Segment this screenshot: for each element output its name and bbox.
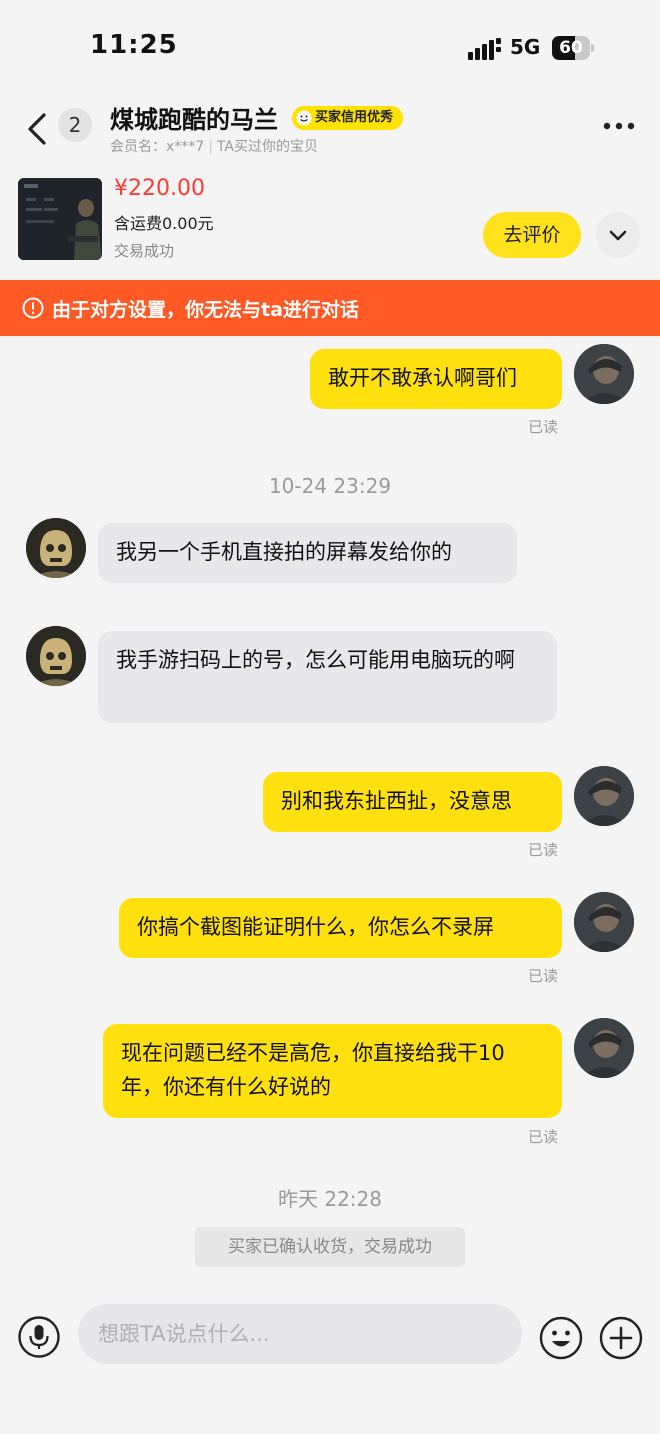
contact-name[interactable]: 煤城跑酷的马兰 (110, 100, 278, 135)
battery-icon: 60 (552, 36, 594, 60)
product-thumbnail[interactable] (18, 178, 102, 260)
more-icon[interactable] (603, 122, 635, 130)
add-icon[interactable] (599, 1316, 643, 1360)
read-receipt: 已读 (528, 418, 559, 436)
my-avatar[interactable] (574, 344, 634, 404)
credit-badge-label: 买家信用优秀 (315, 110, 394, 125)
member-label: 会员名： (110, 139, 166, 155)
shipping-fee: 含运费0.00元 (114, 214, 214, 233)
blocked-notice: 由于对方设置，你无法与ta进行对话 (0, 280, 660, 336)
battery-level: 60 (559, 38, 583, 58)
unread-count-badge[interactable]: 2 (58, 108, 92, 142)
timestamp: 10-24 23:29 (268, 474, 392, 498)
message-input-bar (0, 1296, 660, 1434)
message-bubble-sent[interactable]: 别和我东扯西扯，没意思 (263, 772, 562, 832)
read-receipt: 已读 (528, 841, 559, 859)
read-receipt: 已读 (528, 1128, 559, 1146)
message-bubble-sent[interactable]: 现在问题已经不是高危，你直接给我干10年，你还有什么好说的 (103, 1024, 562, 1118)
my-avatar[interactable] (574, 892, 634, 952)
signal-icon (468, 38, 501, 60)
chat-header: 2 煤城跑酷的马兰 买家信用优秀 会员名：x***7 | TA买过你的宝贝 ¥2… (0, 90, 660, 280)
chat-message-list[interactable]: 敢开不敢承认啊哥们 已读 10-24 23:29 我另一个手机直接拍的屏幕发给你… (0, 336, 660, 1296)
status-time: 11:25 (90, 30, 178, 60)
message-bubble-sent[interactable]: 敢开不敢承认啊哥们 (310, 349, 562, 409)
microphone-icon[interactable] (18, 1316, 60, 1358)
alert-icon (22, 297, 44, 319)
timestamp: 昨天 22:28 (278, 1187, 382, 1211)
notice-text: 由于对方设置，你无法与ta进行对话 (52, 299, 359, 321)
my-avatar[interactable] (574, 1018, 634, 1078)
review-button[interactable]: 去评价 (483, 212, 581, 258)
network-type: 5G (510, 35, 541, 59)
member-note: TA买过你的宝贝 (216, 139, 318, 155)
system-notice: 买家已确认收货，交易成功 (195, 1227, 465, 1267)
chevron-down-icon (609, 230, 627, 241)
back-icon[interactable] (24, 112, 52, 146)
contact-avatar[interactable] (26, 518, 86, 578)
smile-face-icon (296, 110, 312, 126)
message-bubble-received[interactable]: 我另一个手机直接拍的屏幕发给你的 (98, 523, 517, 583)
message-bubble-received[interactable]: 我手游扫码上的号，怎么可能用电脑玩的啊 (98, 631, 557, 723)
my-avatar[interactable] (574, 766, 634, 826)
product-price: ¥220.00 (114, 176, 205, 201)
message-input[interactable] (78, 1304, 522, 1364)
expand-button[interactable] (596, 212, 640, 258)
emoji-icon[interactable] (539, 1316, 583, 1360)
read-receipt: 已读 (528, 967, 559, 985)
trade-status: 交易成功 (114, 242, 175, 260)
message-bubble-sent[interactable]: 你搞个截图能证明什么，你怎么不录屏 (119, 898, 562, 958)
member-id: x***7 (166, 139, 205, 155)
product-image (18, 178, 102, 260)
credit-badge[interactable]: 买家信用优秀 (292, 106, 404, 130)
contact-avatar[interactable] (26, 626, 86, 686)
member-info: 会员名：x***7 | TA买过你的宝贝 (110, 139, 318, 155)
status-bar: 11:25 5G 60 (0, 0, 660, 90)
